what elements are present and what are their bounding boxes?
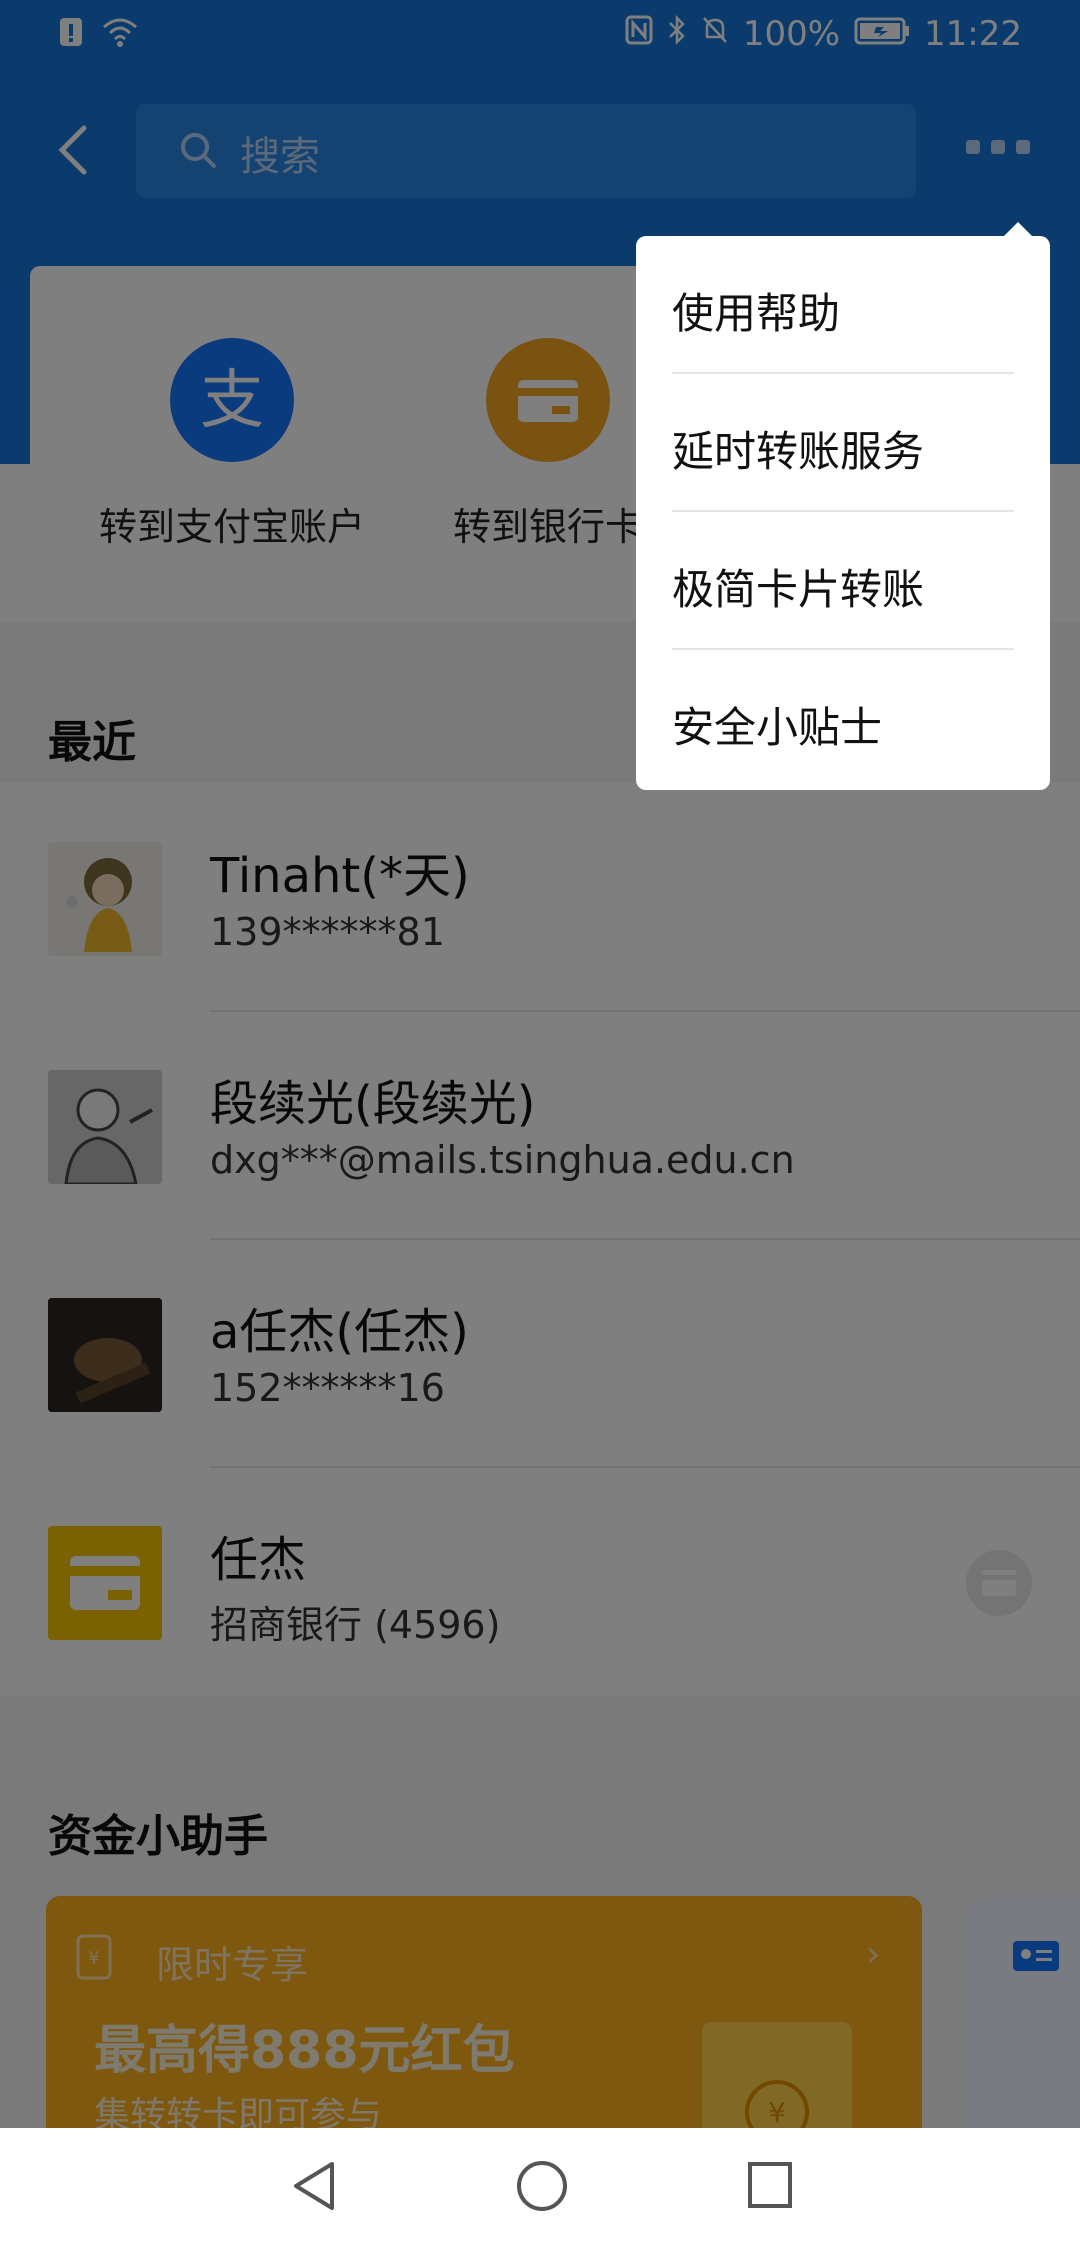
menu-item-label: 安全小贴士 bbox=[672, 703, 883, 752]
nav-recents-button[interactable] bbox=[744, 2156, 796, 2220]
system-nav-bar bbox=[0, 2128, 1080, 2244]
triangle-back-icon bbox=[294, 2162, 334, 2210]
menu-item-label: 使用帮助 bbox=[672, 289, 841, 338]
menu-item-help[interactable]: 使用帮助 bbox=[672, 236, 1014, 374]
menu-item-simple-card-transfer[interactable]: 极简卡片转账 bbox=[672, 512, 1014, 650]
menu-item-delayed-transfer[interactable]: 延时转账服务 bbox=[672, 374, 1014, 512]
circle-home-icon bbox=[517, 2161, 567, 2211]
menu-item-safety-tips[interactable]: 安全小贴士 bbox=[672, 650, 1014, 788]
nav-home-button[interactable] bbox=[512, 2156, 572, 2220]
more-dropdown-menu: 使用帮助 延时转账服务 极简卡片转账 安全小贴士 bbox=[636, 236, 1050, 790]
square-recents-icon bbox=[748, 2162, 792, 2208]
nav-back-button[interactable] bbox=[286, 2156, 342, 2220]
menu-item-label: 极简卡片转账 bbox=[672, 565, 925, 614]
menu-item-label: 延时转账服务 bbox=[672, 427, 925, 476]
